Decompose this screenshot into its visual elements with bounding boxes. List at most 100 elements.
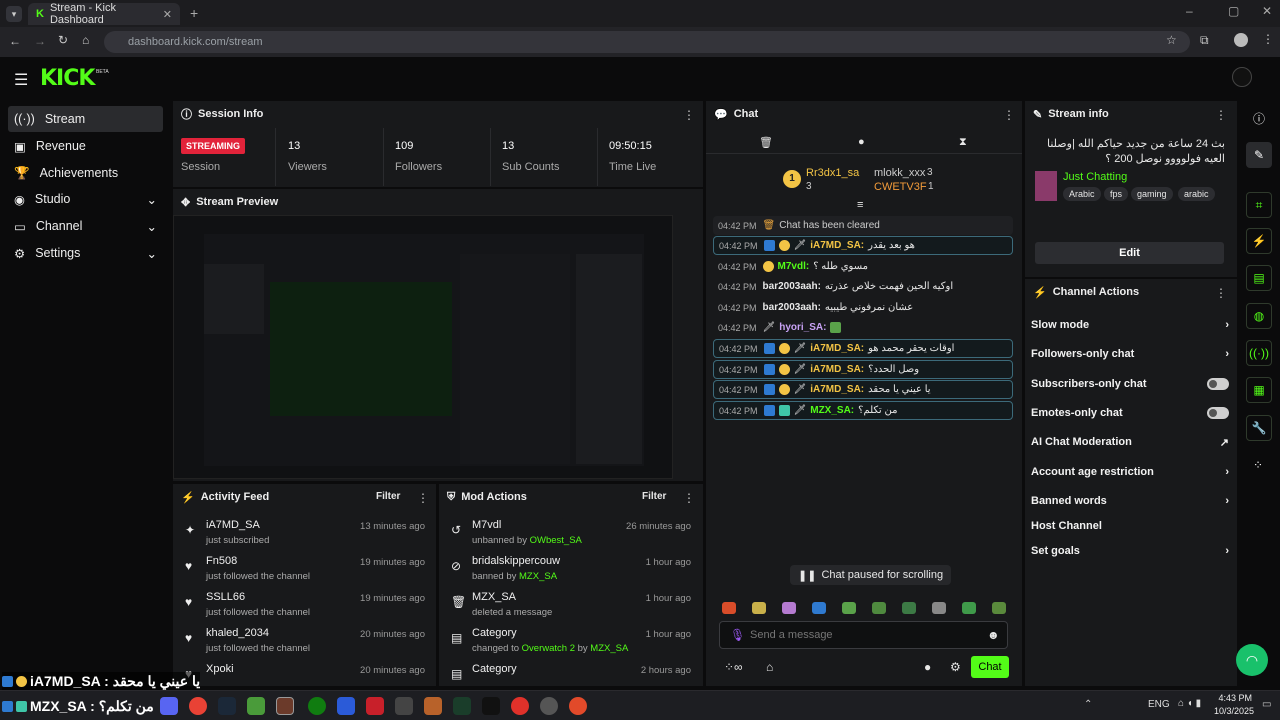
back-icon[interactable]: ← <box>9 34 21 48</box>
info-icon[interactable]: ⓘ <box>1253 110 1265 127</box>
emote-icon[interactable] <box>752 602 766 614</box>
top-gifter-name[interactable]: CWETV3F <box>874 181 927 193</box>
network-volume-icon[interactable]: ⌂ ◖ ▮ <box>1178 698 1201 709</box>
action-set-goals[interactable]: Set goals › <box>1031 541 1229 561</box>
emote-icon[interactable] <box>902 602 916 614</box>
app-icon[interactable] <box>337 697 355 715</box>
action-account-age[interactable]: Account age restriction › <box>1031 462 1229 482</box>
emote-icon[interactable] <box>722 602 736 614</box>
xbox-icon[interactable] <box>308 697 326 715</box>
mod-filter-button[interactable]: Filter <box>642 491 666 502</box>
emote-icon[interactable] <box>842 602 856 614</box>
sidebar-item-stream[interactable]: ((·)) Stream <box>8 106 163 132</box>
list-item[interactable]: 🗑 MZX_SA deleted a message 1 hour ago <box>439 587 701 623</box>
app-icon[interactable] <box>540 697 558 715</box>
top-gifter-name[interactable]: Rr3dx1_sa <box>806 167 859 179</box>
new-tab-icon[interactable]: + <box>190 5 198 21</box>
clock-date[interactable]: 10/3/2025 <box>1214 706 1254 716</box>
profile-avatar[interactable] <box>1234 33 1248 47</box>
sidebar-item-achievements[interactable]: 🏆 Achievements <box>8 160 163 186</box>
microphone-icon[interactable]: 🎙 <box>730 628 745 642</box>
tab-search-icon[interactable]: ▾ <box>6 6 22 22</box>
layout-icon[interactable]: ▦ <box>1246 377 1272 403</box>
active-app-icon[interactable] <box>276 697 294 715</box>
store-icon[interactable]: ⌂ <box>766 660 773 674</box>
send-chat-button[interactable]: Chat <box>971 656 1009 678</box>
action-host-channel[interactable]: Host Channel <box>1031 516 1229 536</box>
gear-icon[interactable]: ⚙ <box>950 660 961 674</box>
app-icon[interactable] <box>395 697 413 715</box>
chat-message[interactable]: 04:42 PM 🗡 iA7MD_SA: يا عيني يا محقد <box>713 380 1013 399</box>
edit-stream-info-button[interactable]: Edit <box>1035 242 1224 264</box>
more-options-icon[interactable]: ⋮ <box>683 108 695 122</box>
more-options-icon[interactable]: ⋮ <box>1003 108 1015 122</box>
action-followers-only[interactable]: Followers-only chat › <box>1031 344 1229 364</box>
chat-message[interactable]: 04:42 PM 🗡 iA7MD_SA: اوقات يحقر محمد هو <box>713 339 1013 358</box>
bolt-icon[interactable]: ⚡ <box>1246 228 1272 254</box>
chat-message[interactable]: 04:42 PM 🗡 MZX_SA: من تكلم؟ <box>713 401 1013 420</box>
chat-settings-icon[interactable]: ● <box>924 660 931 674</box>
action-banned-words[interactable]: Banned words › <box>1031 491 1229 511</box>
chrome-icon[interactable] <box>189 697 207 715</box>
action-emotes-only[interactable]: Emotes-only chat <box>1031 403 1229 423</box>
chat-bubble-icon[interactable]: ◍ <box>1246 303 1272 329</box>
activity-filter-button[interactable]: Filter <box>376 491 400 502</box>
sidebar-item-channel[interactable]: ▭ Channel ⌄ <box>8 213 163 239</box>
broadcast-icon[interactable]: ((·)) <box>1246 340 1272 366</box>
app-icon[interactable] <box>482 697 500 715</box>
points-icon[interactable]: ⁘∞ <box>724 660 743 674</box>
subscribers-only-toggle[interactable] <box>1207 378 1229 390</box>
action-slow-mode[interactable]: Slow mode › <box>1031 315 1229 335</box>
notification-icon[interactable]: ▭ <box>1262 699 1271 710</box>
sidebar-item-settings[interactable]: ⚙ Settings ⌄ <box>8 240 163 266</box>
emote-icon[interactable] <box>812 602 826 614</box>
browser-menu-icon[interactable]: ⋮ <box>1262 32 1274 46</box>
minecraft-icon[interactable] <box>247 697 265 715</box>
sidebar-item-revenue[interactable]: ▣ Revenue <box>8 133 163 159</box>
more-widgets-icon[interactable]: ⁘ <box>1253 458 1263 472</box>
more-options-icon[interactable]: ⋮ <box>1215 108 1227 122</box>
category-name[interactable]: Just Chatting <box>1063 171 1127 183</box>
edit-layout-icon[interactable]: ✎ <box>1246 142 1272 168</box>
emote-icon[interactable] <box>872 602 886 614</box>
emote-icon[interactable] <box>962 602 976 614</box>
chat-bubble-icon[interactable]: ● <box>858 136 865 148</box>
user-avatar[interactable] <box>1232 67 1252 87</box>
sidebar-item-studio[interactable]: ◉ Studio ⌄ <box>8 186 163 212</box>
hourglass-icon[interactable]: ⧗ <box>959 136 967 149</box>
more-options-icon[interactable]: ⋮ <box>417 491 429 505</box>
minimize-icon[interactable]: – <box>1186 4 1193 18</box>
app-icon[interactable] <box>569 697 587 715</box>
app-icon[interactable] <box>424 697 442 715</box>
emote-icon[interactable] <box>992 602 1006 614</box>
chat-message[interactable]: 04:42 PM bar2003aah: اوكيه الحين فهمت خلاص… <box>713 277 1013 296</box>
list-item[interactable]: ♥ khaled_2034 just followed the channel 20 … <box>173 623 435 659</box>
chat-message[interactable]: 04:42 PM 🗡 hyori_SA: <box>713 318 1013 337</box>
address-bar[interactable]: dashboard.kick.com/stream <box>104 31 1190 53</box>
chat-message-input[interactable] <box>750 626 980 644</box>
extensions-icon[interactable]: ⧉ <box>1200 33 1209 48</box>
top-gifter-name[interactable]: mlokk_xxx <box>874 167 925 179</box>
expand-icon[interactable]: ≡ <box>857 199 863 211</box>
steam-icon[interactable] <box>218 697 236 715</box>
emoji-icon[interactable]: ☻ <box>987 628 1000 642</box>
app-icon[interactable] <box>511 697 529 715</box>
app-icon[interactable] <box>453 697 471 715</box>
app-icon[interactable] <box>366 697 384 715</box>
notes-icon[interactable]: ▤ <box>1246 265 1272 291</box>
tray-chevron-icon[interactable]: ⌃ <box>1084 699 1092 710</box>
chat-message[interactable]: 04:42 PM 🗡 iA7MD_SA: وصل الحدد؟ <box>713 360 1013 379</box>
reload-icon[interactable]: ↻ <box>58 33 68 47</box>
action-subscribers-only[interactable]: Subscribers-only chat <box>1031 374 1229 394</box>
language-indicator[interactable]: ENG <box>1148 699 1170 710</box>
forward-icon[interactable]: → <box>34 34 46 48</box>
action-ai-moderation[interactable]: AI Chat Moderation ↗ <box>1031 432 1229 452</box>
stream-video[interactable] <box>173 215 673 479</box>
list-item[interactable]: ▤ Category changed to Overwatch 2 by MZX_S… <box>439 623 701 659</box>
discord-icon[interactable] <box>160 697 178 715</box>
home-icon[interactable]: ⌂ <box>82 33 89 47</box>
more-options-icon[interactable]: ⋮ <box>1215 286 1227 300</box>
bookmark-star-icon[interactable]: ☆ <box>1166 33 1177 47</box>
browser-tab[interactable]: K Stream - Kick Dashboard ✕ <box>28 2 180 26</box>
emotes-only-toggle[interactable] <box>1207 407 1229 419</box>
